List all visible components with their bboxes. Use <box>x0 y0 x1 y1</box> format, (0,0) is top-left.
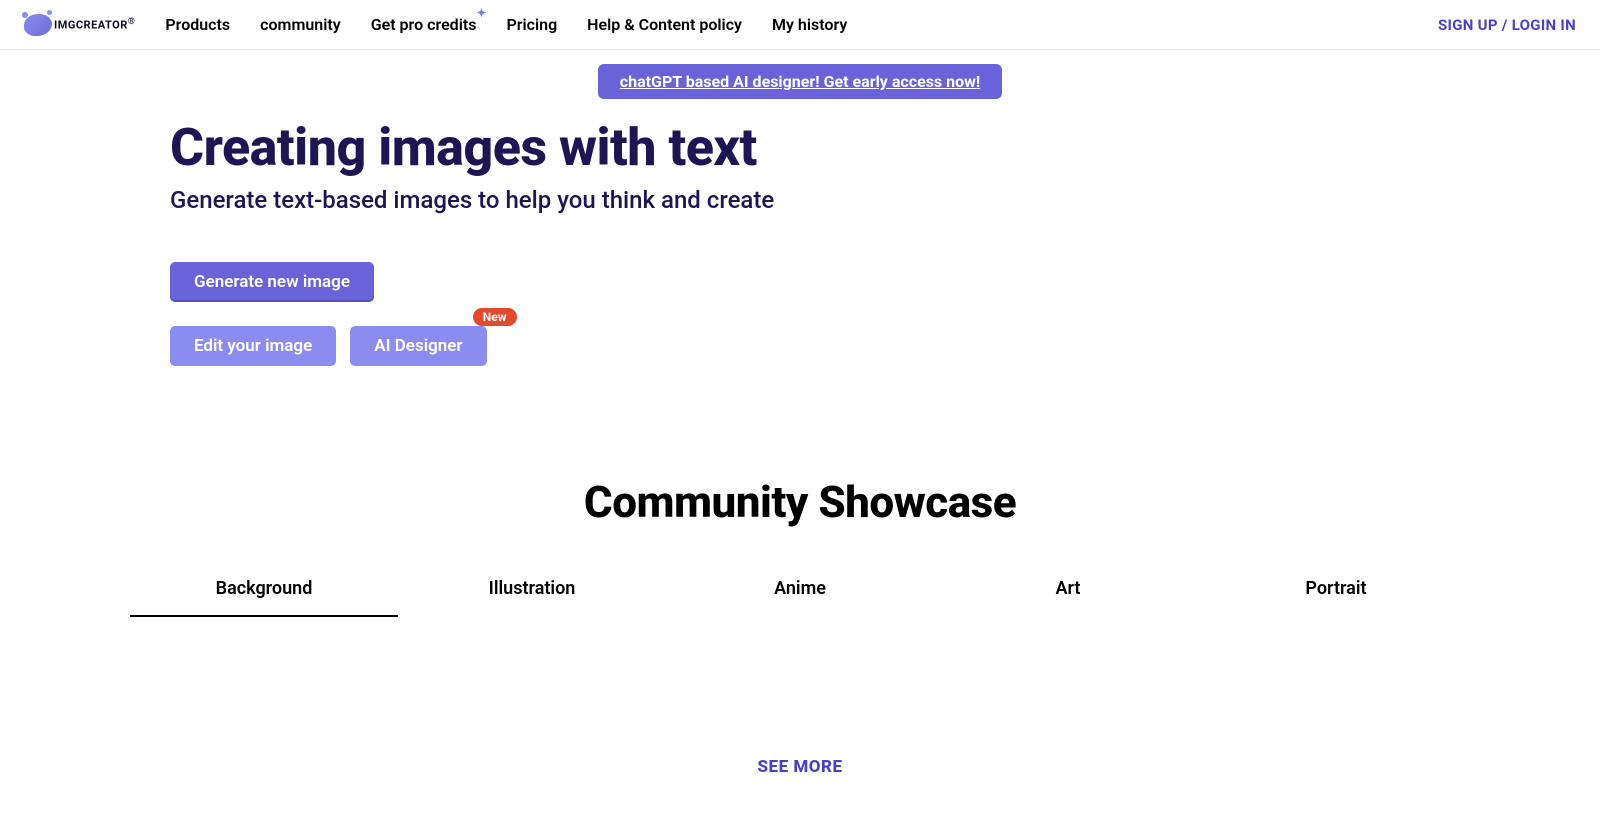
generate-button[interactable]: Generate new image <box>170 262 374 302</box>
hero-title: Creating images with text <box>170 119 1430 176</box>
edit-image-button[interactable]: Edit your image <box>170 326 336 366</box>
nav-products[interactable]: Products <box>165 15 230 34</box>
hero-section: Creating images with text Generate text-… <box>160 99 1440 366</box>
site-header: IMGCREATOR® Products community Get pro c… <box>0 0 1600 50</box>
sparkle-icon: ✦ <box>476 6 486 20</box>
showcase-title: Community Showcase <box>0 476 1600 528</box>
showcase-section: Community Showcase Background Illustrati… <box>0 476 1600 777</box>
logo-icon <box>24 14 52 36</box>
nav-credits-label: Get pro credits <box>371 15 477 34</box>
auth-link[interactable]: SIGN UP / LOGIN IN <box>1438 16 1576 34</box>
showcase-tabs: Background Illustration Anime Art Portra… <box>130 578 1470 617</box>
nav-help[interactable]: Help & Content policy <box>587 15 742 34</box>
nav-history[interactable]: My history <box>772 15 847 34</box>
nav-community[interactable]: community <box>260 15 341 34</box>
nav-pricing[interactable]: Pricing <box>506 15 557 34</box>
nav-credits[interactable]: Get pro credits ✦ <box>371 15 477 34</box>
logo[interactable]: IMGCREATOR® <box>24 14 135 36</box>
tab-background[interactable]: Background <box>130 578 398 617</box>
hero-subtitle: Generate text-based images to help you t… <box>170 186 1430 214</box>
hero-primary-row: Generate new image <box>170 262 1430 302</box>
hero-secondary-row: Edit your image AI Designer New <box>170 326 1430 366</box>
logo-text: IMGCREATOR® <box>54 17 135 32</box>
ai-designer-button[interactable]: AI Designer New <box>350 326 486 366</box>
promo-banner[interactable]: chatGPT based AI designer! Get early acc… <box>598 64 1002 99</box>
tab-anime[interactable]: Anime <box>666 578 934 617</box>
tab-portrait[interactable]: Portrait <box>1202 578 1470 617</box>
tab-illustration[interactable]: Illustration <box>398 578 666 617</box>
main-nav: Products community Get pro credits ✦ Pri… <box>165 15 847 34</box>
tab-art[interactable]: Art <box>934 578 1202 617</box>
see-more-link[interactable]: SEE MORE <box>0 757 1600 777</box>
new-badge: New <box>473 308 517 326</box>
ai-designer-label: AI Designer <box>374 336 462 356</box>
